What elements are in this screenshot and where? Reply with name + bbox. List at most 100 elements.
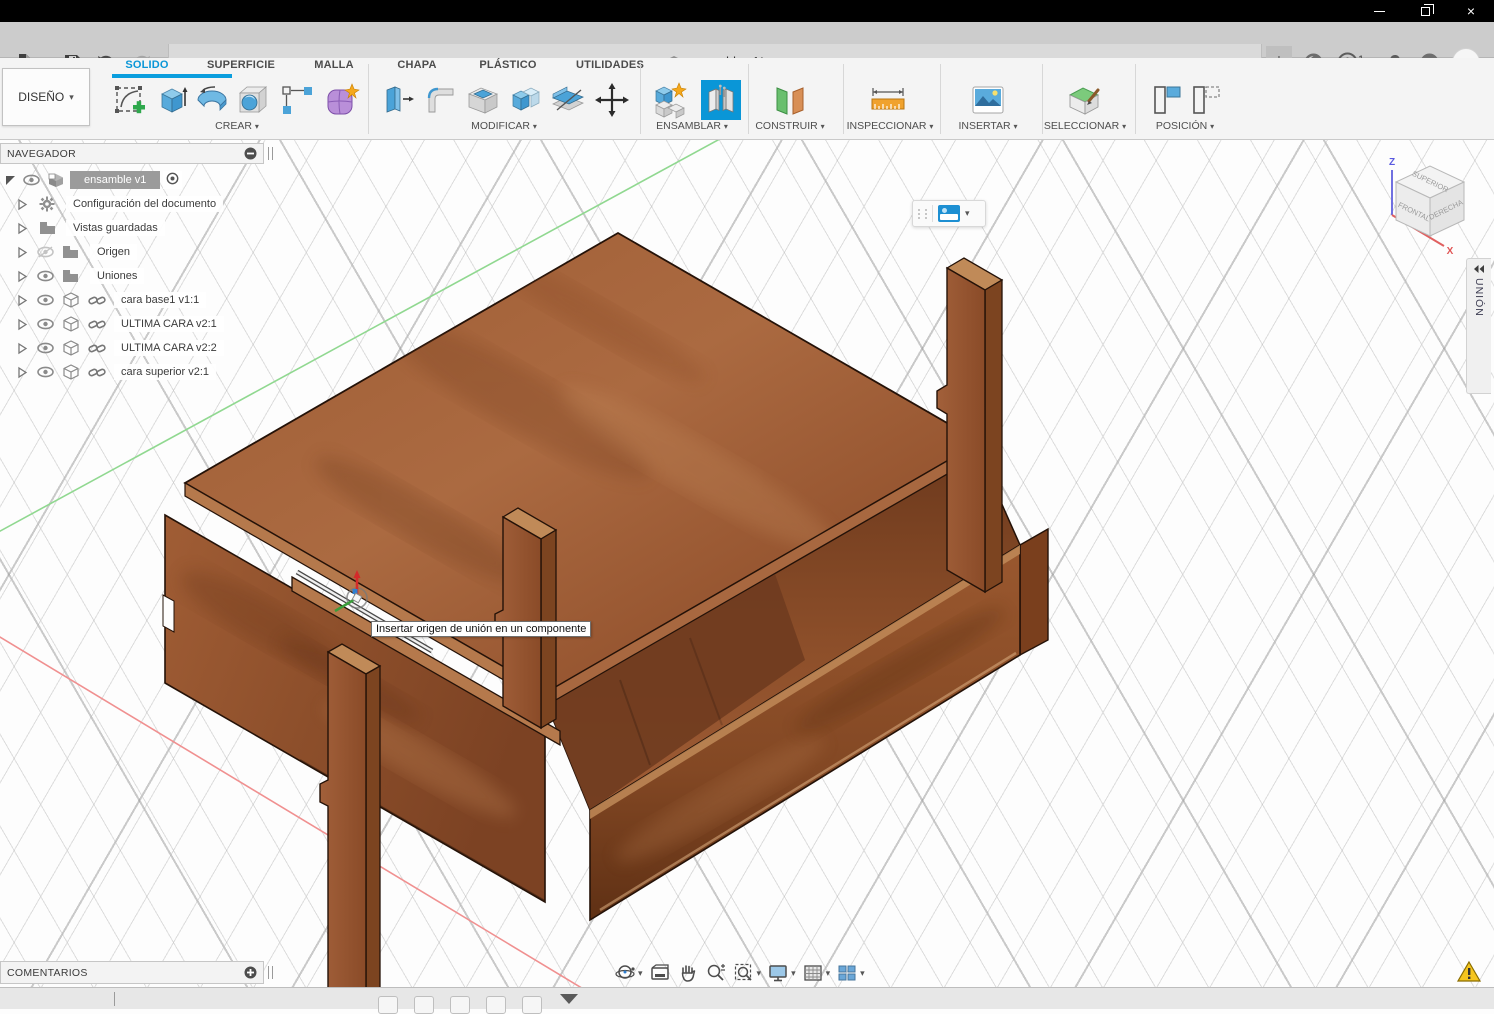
toolbar-drag-handle[interactable] xyxy=(918,209,920,219)
new-component-button[interactable] xyxy=(651,80,691,120)
ribbon-tab-plastico[interactable]: PLÁSTICO xyxy=(479,59,536,71)
select-button[interactable] xyxy=(1065,80,1105,120)
ribbon-tab-utilidades[interactable]: UTILIDADES xyxy=(576,59,644,71)
look-at-button[interactable] xyxy=(649,962,671,984)
orbit-button[interactable]: ▾ xyxy=(614,962,643,984)
visibility-off-icon[interactable] xyxy=(37,246,54,258)
ribbon-tab-malla[interactable]: MALLA xyxy=(314,59,354,71)
visibility-eye-icon[interactable] xyxy=(23,174,40,186)
window-close-button[interactable]: × xyxy=(1448,0,1494,22)
expand-closed-icon[interactable] xyxy=(17,222,28,235)
create-sketch-button[interactable] xyxy=(110,80,150,120)
tree-item-label[interactable]: Vistas guardadas xyxy=(66,220,165,236)
expand-closed-icon[interactable] xyxy=(17,342,28,355)
timeline-bar[interactable] xyxy=(0,987,1494,1009)
timeline-feature-stub[interactable] xyxy=(486,996,506,1014)
fit-button[interactable]: ▾ xyxy=(733,962,762,984)
timeline-playhead[interactable] xyxy=(114,992,115,1006)
comments-drag-handle[interactable] xyxy=(268,966,273,979)
create-form-button[interactable] xyxy=(322,80,362,120)
viewports-button[interactable]: ▾ xyxy=(836,962,865,984)
navigator-panel-header[interactable]: NAVEGADOR xyxy=(0,143,264,164)
warning-icon[interactable] xyxy=(1456,960,1482,984)
visibility-eye-icon[interactable] xyxy=(37,342,54,354)
press-pull-button[interactable] xyxy=(378,80,418,120)
navigator-drag-handle[interactable] xyxy=(268,147,273,160)
group-label-modificar[interactable]: MODIFICAR ▾ xyxy=(471,120,537,132)
revolve-button[interactable] xyxy=(192,80,232,120)
tree-item-doc-settings[interactable]: Configuración del documento xyxy=(0,192,300,216)
construct-plane-button[interactable] xyxy=(770,80,810,120)
hole-button[interactable] xyxy=(233,80,273,120)
display-settings-button[interactable]: ▾ xyxy=(767,962,796,984)
ribbon-tab-solido[interactable]: SOLIDO xyxy=(125,59,168,71)
ribbon-tab-chapa[interactable]: CHAPA xyxy=(397,59,436,71)
root-component-label[interactable]: ensamble v1 xyxy=(70,171,160,189)
canvas-image-icon[interactable] xyxy=(938,205,960,222)
group-label-posicion[interactable]: POSICIÓN ▾ xyxy=(1156,120,1214,132)
shell-button[interactable] xyxy=(463,80,503,120)
tree-item-component[interactable]: cara superior v2:1 xyxy=(0,360,300,384)
comments-panel-header[interactable]: COMENTARIOS xyxy=(0,961,264,984)
tree-item-label[interactable]: ULTIMA CARA v2:1 xyxy=(114,316,224,332)
insert-image-button[interactable] xyxy=(968,80,1008,120)
group-label-inspeccionar[interactable]: INSPECCIONAR ▾ xyxy=(847,120,934,132)
capture-position-button[interactable] xyxy=(1148,80,1188,120)
expand-closed-icon[interactable] xyxy=(17,198,28,211)
tree-item-origin[interactable]: Origen xyxy=(0,240,300,264)
tree-item-component[interactable]: cara base1 v1:1 xyxy=(0,288,300,312)
timeline-feature-stub[interactable] xyxy=(414,996,434,1014)
tree-item-label[interactable]: Uniones xyxy=(90,268,144,284)
visibility-eye-icon[interactable] xyxy=(37,294,54,306)
tree-item-saved-views[interactable]: Vistas guardadas xyxy=(0,216,300,240)
add-comment-icon[interactable] xyxy=(244,966,257,979)
view-cube[interactable]: Z X SUPERIOR FRONTAL DERECHA xyxy=(1372,152,1484,272)
ribbon-tab-superficie[interactable]: SUPERFICIE xyxy=(207,59,275,71)
canvas-options-caret[interactable]: ▾ xyxy=(965,208,970,219)
expand-closed-icon[interactable] xyxy=(17,246,28,259)
pattern-button[interactable] xyxy=(277,80,317,120)
tree-root-row[interactable]: ensamble v1 xyxy=(0,168,300,192)
split-button[interactable] xyxy=(548,80,588,120)
zoom-button[interactable] xyxy=(705,962,727,984)
group-label-seleccionar[interactable]: SELECCIONAR ▾ xyxy=(1044,120,1126,132)
group-label-crear[interactable]: CREAR ▾ xyxy=(215,120,259,132)
tree-item-label[interactable]: cara base1 v1:1 xyxy=(114,292,206,308)
move-copy-button[interactable] xyxy=(592,80,632,120)
extrude-button[interactable] xyxy=(153,80,193,120)
expand-closed-icon[interactable] xyxy=(17,294,28,307)
toolbar-drag-handle[interactable] xyxy=(925,209,927,219)
visibility-eye-icon[interactable] xyxy=(37,318,54,330)
visibility-eye-icon[interactable] xyxy=(37,366,54,378)
workspace-switcher[interactable]: DISEÑO ▾ xyxy=(2,68,90,126)
joint-button[interactable] xyxy=(701,80,741,120)
tree-item-label[interactable]: cara superior v2:1 xyxy=(114,364,216,380)
expand-open-icon[interactable] xyxy=(4,174,17,187)
in-canvas-toolbar[interactable]: ▾ xyxy=(912,200,986,227)
combine-button[interactable] xyxy=(506,80,546,120)
timeline-feature-stub[interactable] xyxy=(522,996,542,1014)
tree-item-component[interactable]: ULTIMA CARA v2:2 xyxy=(0,336,300,360)
activate-component-radio[interactable] xyxy=(163,171,182,189)
expand-closed-icon[interactable] xyxy=(17,318,28,331)
pan-button[interactable] xyxy=(677,962,699,984)
grid-settings-button[interactable]: ▾ xyxy=(802,962,831,984)
visibility-eye-icon[interactable] xyxy=(37,270,54,282)
revert-position-button[interactable] xyxy=(1187,80,1227,120)
group-label-ensamblar[interactable]: ENSAMBLAR ▾ xyxy=(656,120,728,132)
measure-button[interactable] xyxy=(868,80,908,120)
expand-closed-icon[interactable] xyxy=(17,366,28,379)
window-restore-button[interactable] xyxy=(1402,0,1448,22)
fillet-button[interactable] xyxy=(421,80,461,120)
expand-closed-icon[interactable] xyxy=(17,270,28,283)
tree-item-label[interactable]: Configuración del documento xyxy=(66,196,223,212)
group-label-insertar[interactable]: INSERTAR ▾ xyxy=(958,120,1017,132)
group-label-construir[interactable]: CONSTRUIR ▾ xyxy=(755,120,824,132)
collapse-panel-icon[interactable] xyxy=(244,147,257,160)
tree-item-label[interactable]: Origen xyxy=(90,244,137,260)
window-minimize-button[interactable] xyxy=(1356,0,1402,22)
tree-item-component[interactable]: ULTIMA CARA v2:1 xyxy=(0,312,300,336)
joint-dialog-collapsed[interactable]: UNIÓN xyxy=(1466,258,1491,394)
timeline-feature-stub[interactable] xyxy=(378,996,398,1014)
expand-panel-icon[interactable] xyxy=(1473,264,1485,274)
